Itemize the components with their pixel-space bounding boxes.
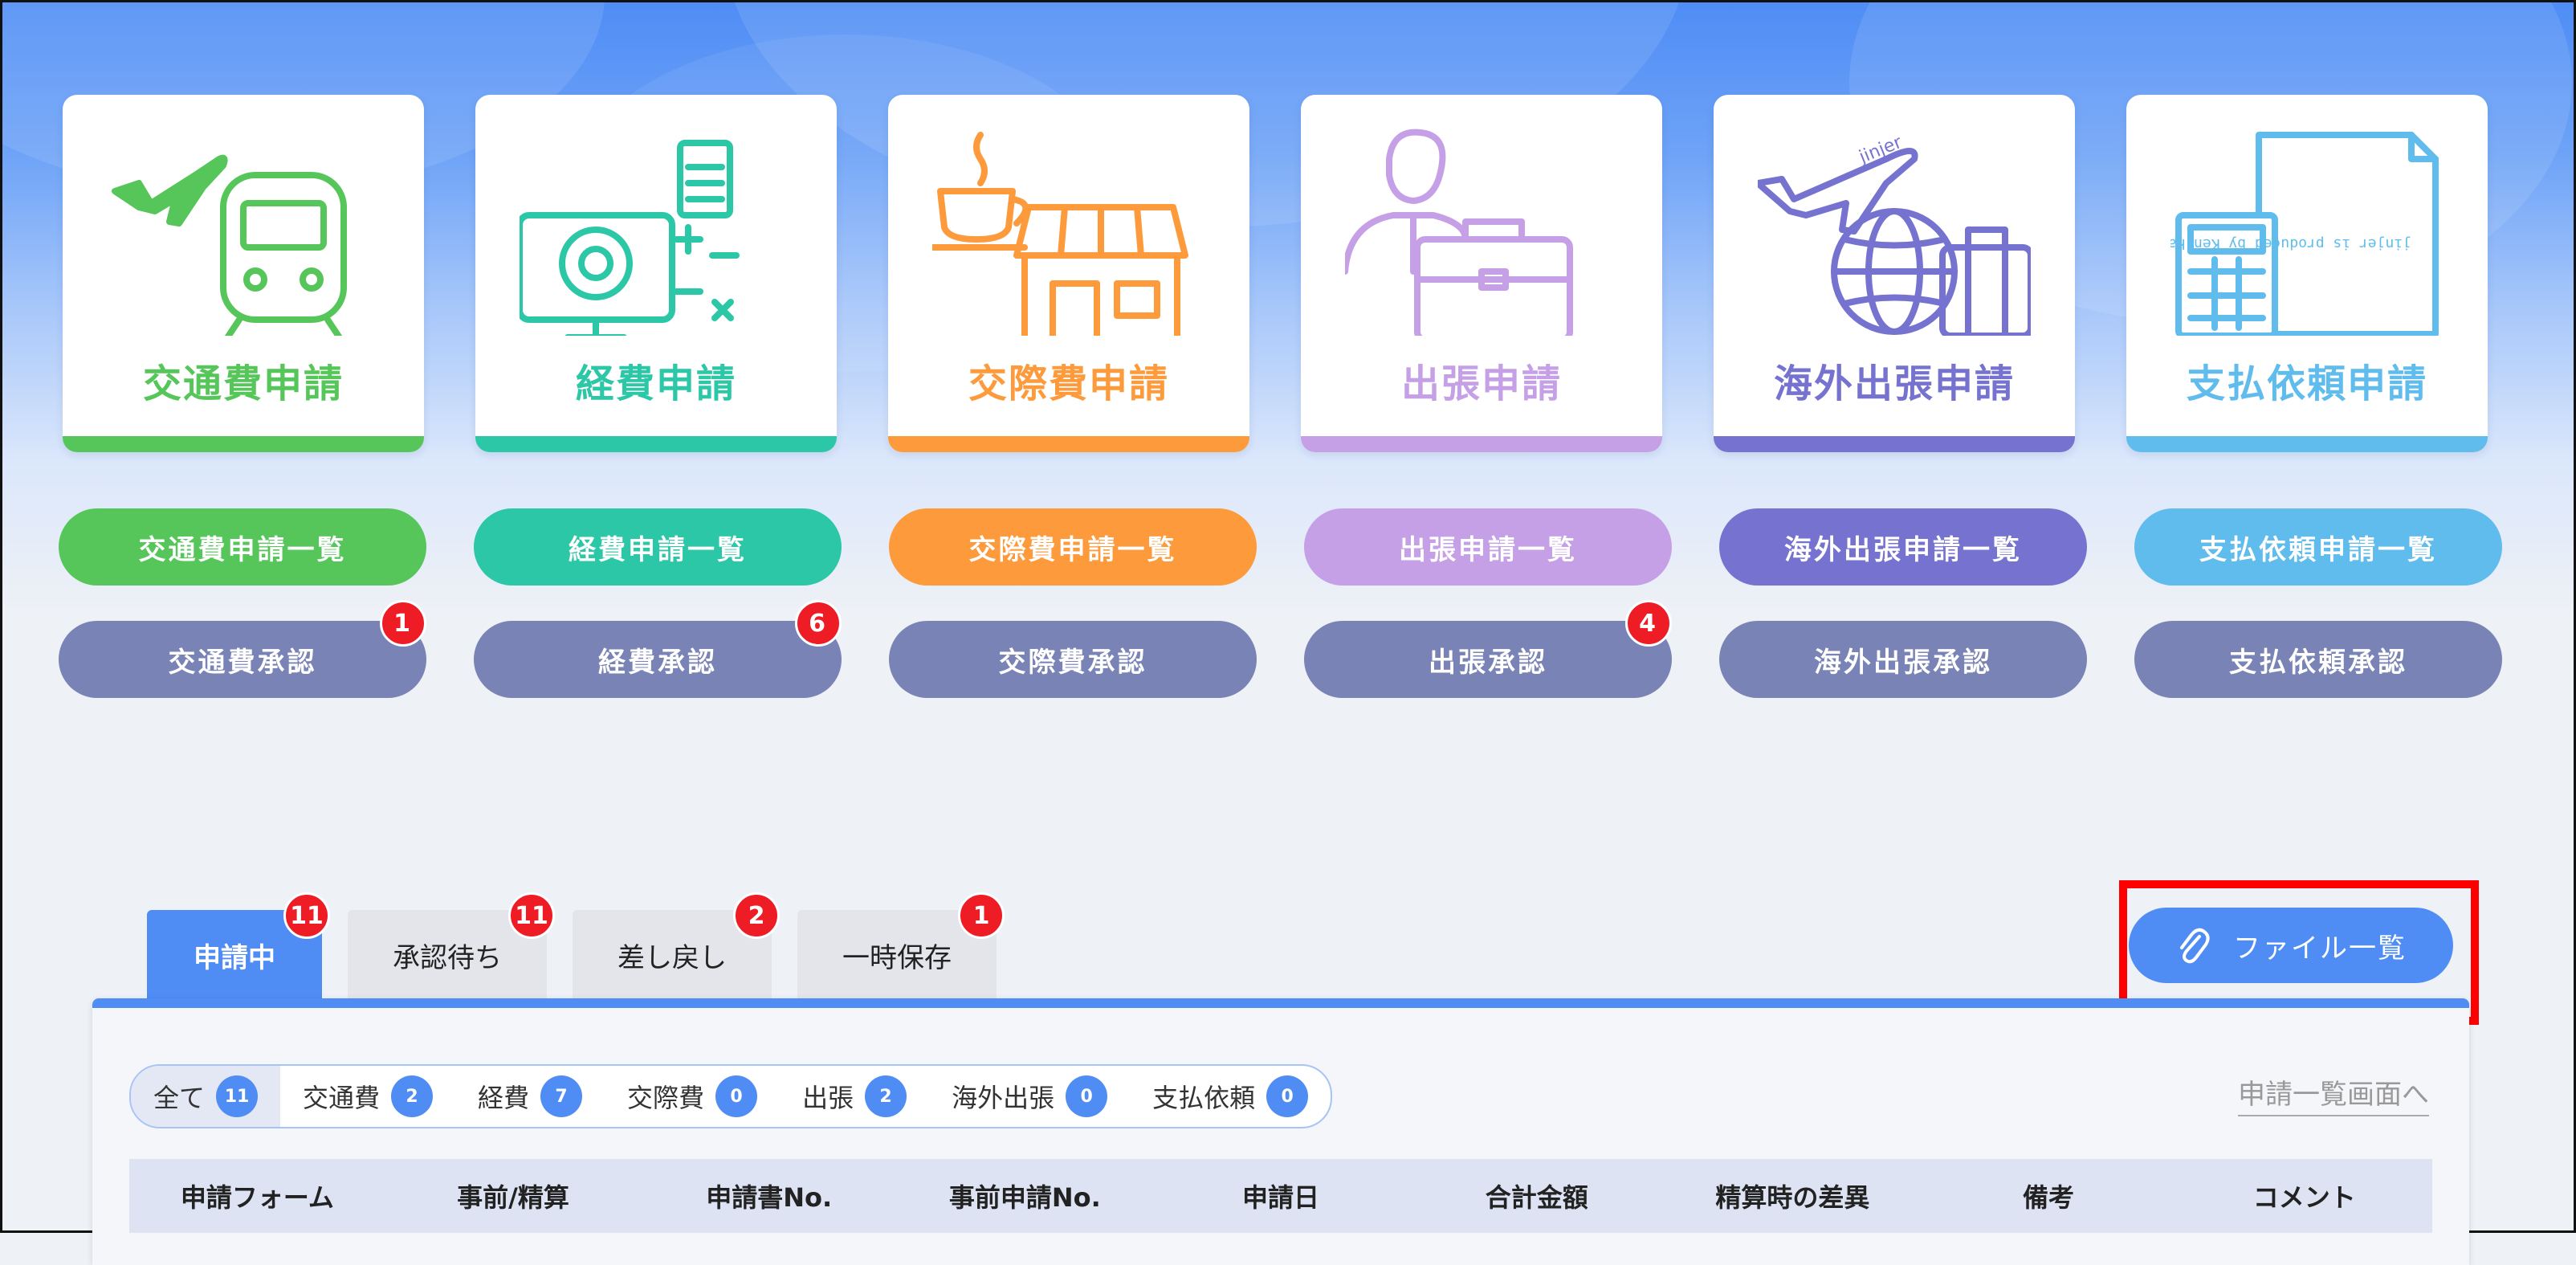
button-label: 出張承認 [1429,646,1547,679]
business-trip-approve-button[interactable]: 出張承認 4 [1304,600,1672,698]
count-badge: 4 [1625,600,1672,647]
monitor-calculator-icon [520,140,740,336]
approve-button-row: 交通費承認 1 経費承認 6 交際費承認 出張承認 4 海外出張承認 支払依頼承… [59,600,2502,698]
card-title: 交際費申請 [968,361,1169,406]
card-business-trip-application[interactable]: 出張申請 [1301,95,1662,452]
tab-label: 一時保存 [842,941,952,974]
filter-count: 0 [715,1075,758,1117]
plane-globe-suitcase-icon: jinjer [1758,132,2031,336]
filter-label: 出張 [802,1083,854,1113]
filter-label: 海外出張 [952,1083,1055,1113]
card-title: 出張申請 [1400,361,1562,406]
column-header[interactable]: 申請書No. [641,1177,897,1214]
application-list-panel: 全て 11 交通費 2 経費 7 交際費 0 出張 2 海外出張 0 支払依頼 … [92,998,2469,1265]
application-list-link[interactable]: 申請一覧画面へ [2238,1072,2429,1116]
filter-label: 支払依頼 [1152,1083,1256,1113]
tab-returned[interactable]: 差し戻し 2 [573,892,780,1000]
entertainment-approve-button[interactable]: 交際費承認 [889,621,1257,698]
status-tabs: 申請中 11 承認待ち 11 差し戻し 2 一時保存 1 [147,892,1005,1000]
button-label: 海外出張承認 [1814,646,1992,679]
filter-label: 全て [153,1083,206,1113]
expense-approve-button[interactable]: 経費承認 6 [474,600,842,698]
tab-draft[interactable]: 一時保存 1 [797,892,1005,1000]
filter-label: 経費 [478,1083,530,1113]
filter-all[interactable]: 全て 11 [131,1066,281,1127]
filter-business-trip[interactable]: 出張 2 [780,1066,929,1127]
coffee-shop-icon [932,132,1188,336]
card-title: 経費申請 [575,361,736,406]
column-header[interactable]: 申請フォーム [129,1177,385,1214]
overseas-trip-approve-button[interactable]: 海外出張承認 [1719,621,2087,698]
tab-label: 差し戻し [618,941,727,974]
column-header[interactable]: 申請日 [1153,1177,1409,1214]
filter-transport[interactable]: 交通費 2 [280,1066,455,1127]
filter-expense[interactable]: 経費 7 [455,1066,605,1127]
payment-request-approve-button[interactable]: 支払依頼承認 [2134,621,2502,698]
column-header[interactable]: 事前/精算 [385,1177,642,1214]
filter-label: 交通費 [303,1083,381,1113]
button-label: 支払依頼承認 [2229,646,2407,679]
count-badge: 1 [380,600,426,647]
transport-approve-button[interactable]: 交通費承認 1 [59,600,426,698]
card-transport-application[interactable]: 交通費申請 [63,95,424,452]
count-badge: 2 [733,892,780,939]
expense-list-button[interactable]: 経費申請一覧 [474,508,842,586]
column-header[interactable]: 合計金額 [1408,1177,1665,1214]
card-title: 交通費申請 [142,361,344,406]
button-label: 経費承認 [598,646,717,679]
filter-entertainment[interactable]: 交際費 0 [605,1066,780,1127]
tab-awaiting-approval[interactable]: 承認待ち 11 [348,892,555,1000]
filter-count: 0 [1066,1075,1108,1117]
filter-label: 交際費 [627,1083,705,1113]
count-badge: 1 [958,892,1005,939]
card-expense-application[interactable]: 経費申請 [475,95,837,452]
table-header: 申請フォーム 事前/精算 申請書No. 事前申請No. 申請日 合計金額 精算時… [129,1159,2432,1233]
filter-count: 7 [540,1075,583,1117]
tab-applying[interactable]: 申請中 11 [147,892,330,1000]
button-label: 交通費承認 [168,646,317,679]
button-label: 交際費承認 [998,646,1147,679]
category-filter: 全て 11 交通費 2 経費 7 交際費 0 出張 2 海外出張 0 支払依頼 … [129,1064,1333,1128]
filter-count: 2 [865,1075,907,1117]
business-trip-list-button[interactable]: 出張申請一覧 [1304,508,1672,586]
calculator-document-icon: jinjer is produced by Ken Kato in Januar… [2170,132,2439,336]
card-entertainment-application[interactable]: 交際費申請 [888,95,1249,452]
tab-label: 承認待ち [393,941,502,974]
card-title: 支払依頼申請 [2186,361,2427,406]
card-payment-request-application[interactable]: jinjer is produced by Ken Kato in Januar… [2126,95,2488,452]
document-text: jinjer is produced by Ken Kato in Januar… [2170,235,2411,252]
list-button-row: 交通費申請一覧 経費申請一覧 交際費申請一覧 出張申請一覧 海外出張申請一覧 支… [59,508,2502,586]
card-overseas-trip-application[interactable]: jinjer 海外出張申請 [1714,95,2075,452]
transport-list-button[interactable]: 交通費申請一覧 [59,508,426,586]
filter-overseas-trip[interactable]: 海外出張 0 [929,1066,1130,1127]
column-header[interactable]: 備考 [1921,1177,2177,1214]
overseas-trip-list-button[interactable]: 海外出張申請一覧 [1719,508,2087,586]
businessman-briefcase-icon [1345,129,1573,336]
plane-train-icon [112,154,347,336]
tab-label: 申請中 [194,941,275,974]
filter-count: 0 [1266,1075,1309,1117]
filter-payment-request[interactable]: 支払依頼 0 [1130,1066,1331,1127]
count-badge: 11 [283,892,330,939]
filter-count: 2 [391,1075,434,1117]
filter-count: 11 [216,1075,259,1117]
column-header[interactable]: 事前申請No. [897,1177,1153,1214]
count-badge: 11 [508,892,555,939]
entertainment-list-button[interactable]: 交際費申請一覧 [889,508,1257,586]
card-title: 海外出張申請 [1773,361,2015,406]
payment-request-list-button[interactable]: 支払依頼申請一覧 [2134,508,2502,586]
count-badge: 6 [795,600,842,647]
column-header[interactable]: コメント [2176,1177,2432,1214]
application-cards: 交通費申請 経費申請 交際費申請 出張申請 jinjer 海外出張申請 jinj… [63,95,2488,452]
column-header[interactable]: 精算時の差異 [1665,1177,1921,1214]
